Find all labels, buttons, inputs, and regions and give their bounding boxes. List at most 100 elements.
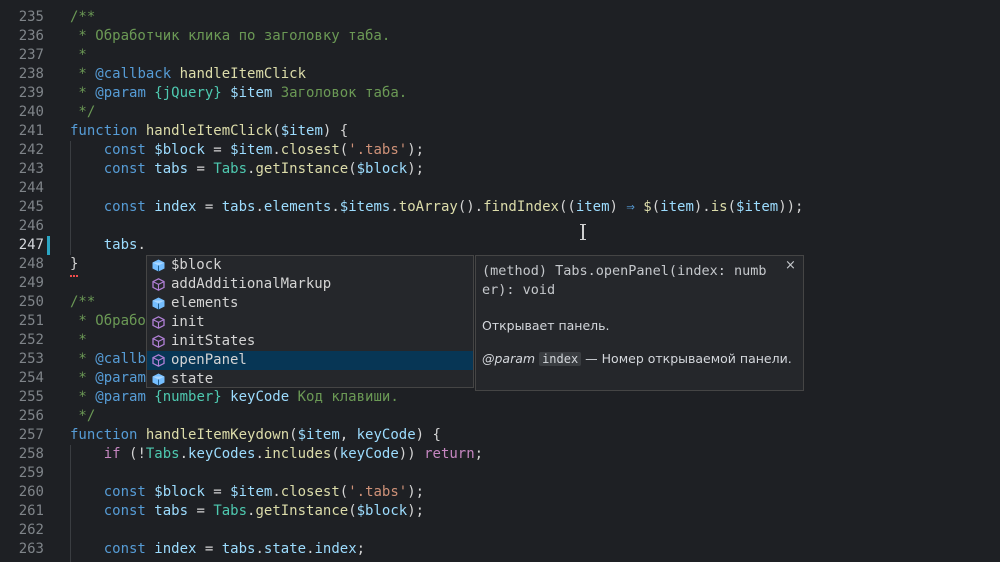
code-token: $block (356, 503, 408, 519)
code-token: ); (407, 503, 425, 519)
suggest-item-addadditionalmarkup[interactable]: addAdditionalMarkup (147, 275, 473, 294)
suggest-item-label: initStates (171, 333, 256, 349)
code-token: )); (778, 199, 804, 215)
code-token: @param (95, 389, 146, 405)
line-code: const $block = $item.closest('.tabs'); (70, 483, 424, 502)
suggest-item-init[interactable]: init (147, 313, 473, 332)
code-line[interactable]: 259 (0, 464, 1000, 483)
line-number: 258 (18, 446, 44, 462)
code-token: handleItemKeydown (145, 427, 290, 443)
suggest-item-openpanel[interactable]: openPanel (147, 351, 473, 370)
code-line[interactable]: 243 const tabs = Tabs.getInstance($block… (0, 160, 1000, 179)
line-number: 240 (18, 104, 44, 120)
line-code: * (70, 331, 86, 350)
line-number: 243 (18, 161, 44, 177)
code-line[interactable]: 240 */ (0, 103, 1000, 122)
code-token: elements (263, 199, 332, 215)
code-token: . (255, 199, 264, 215)
code-token: keyCodes (188, 446, 256, 462)
suggest-item-block[interactable]: $block (147, 256, 473, 275)
suggest-widget[interactable]: $block addAdditionalMarkup elements init ini… (146, 255, 474, 388)
error-squiggle (70, 272, 78, 277)
line-number: 242 (18, 142, 44, 158)
code-line[interactable]: 241 function handleItemClick($item) { (0, 122, 1000, 141)
code-token: @param (95, 85, 146, 101)
suggest-item-initstates[interactable]: initStates (147, 332, 473, 351)
code-token: $block (154, 484, 205, 500)
code-token: return (424, 446, 475, 462)
code-token: = (196, 199, 222, 215)
code-token: = (188, 161, 214, 177)
code-line[interactable]: 262 (0, 521, 1000, 540)
method-signature: (method) Tabs.openPanel(index: numb er):… (482, 263, 767, 298)
suggest-item-elements[interactable]: elements (147, 294, 473, 313)
code-token: function (70, 123, 138, 139)
code-line[interactable]: 236 * Обработчик клика по заголовку таба… (0, 27, 1000, 46)
code-token: * Обработчик клика по заголовку таба. (70, 28, 391, 44)
code-token: Tabs (213, 161, 248, 177)
code-line[interactable]: 244 (0, 179, 1000, 198)
code-token: keyCode (356, 427, 416, 443)
line-number: 237 (18, 47, 44, 63)
code-line[interactable]: 238 * @callback handleItemClick (0, 65, 1000, 84)
code-line[interactable]: 260 const $block = $item.closest('.tabs'… (0, 483, 1000, 502)
code-token: const (70, 541, 155, 557)
line-number: 256 (18, 408, 44, 424)
code-line[interactable]: 237 * (0, 46, 1000, 65)
line-number: 239 (18, 85, 44, 101)
code-token: $block (154, 142, 205, 158)
line-number: 244 (18, 180, 44, 196)
line-number: 236 (18, 28, 44, 44)
line-code: function handleItemKeydown($item, keyCod… (70, 426, 441, 445)
code-token: tabs (221, 199, 256, 215)
code-line[interactable]: 242 const $block = $item.closest('.tabs'… (0, 141, 1000, 160)
code-token: (! (129, 446, 146, 462)
code-token: */ (70, 408, 96, 424)
code-line[interactable]: 263 const index = tabs.state.index; (0, 540, 1000, 559)
suggest-item-label: $block (171, 257, 222, 273)
line-code: /** (70, 8, 95, 27)
code-token: . (255, 541, 264, 557)
code-token: const (70, 484, 155, 500)
code-token: $block (356, 161, 408, 177)
code-line[interactable]: 256 */ (0, 407, 1000, 426)
code-token: $item (230, 484, 273, 500)
code-token: . (306, 541, 315, 557)
line-number: 254 (18, 370, 44, 386)
code-line[interactable]: 246 (0, 217, 1000, 236)
code-line[interactable]: 258 if (!Tabs.keyCodes.includes(keyCode)… (0, 445, 1000, 464)
code-line[interactable]: 245 const index = tabs.elements.$items.t… (0, 198, 1000, 217)
code-line[interactable]: 239 * @param {jQuery} $item Заголовок та… (0, 84, 1000, 103)
line-number: 252 (18, 332, 44, 348)
code-token: . (331, 199, 340, 215)
code-token: keyCode (339, 446, 399, 462)
line-code: * @param (70, 369, 146, 388)
method-icon (152, 316, 165, 329)
code-token: $item (230, 142, 273, 158)
param-doc: @param index — Номер открываемой панели. (482, 348, 792, 370)
suggest-item-state[interactable]: state (147, 370, 473, 389)
code-token: ( (272, 123, 281, 139)
code-token: (). (457, 199, 484, 215)
code-token: @param (95, 370, 146, 386)
code-token: ( (339, 142, 349, 158)
code-token: item (660, 199, 694, 215)
code-token: . (255, 446, 264, 462)
line-number: 246 (18, 218, 44, 234)
code-line[interactable]: 257 function handleItemKeydown($item, key… (0, 426, 1000, 445)
code-line[interactable]: 247 tabs. (0, 236, 1000, 255)
code-token: includes (263, 446, 332, 462)
code-line[interactable]: 235 /** (0, 8, 1000, 27)
code-line[interactable]: 261 const tabs = Tabs.getInstance($block… (0, 502, 1000, 521)
code-token: ( (727, 199, 737, 215)
line-code: */ (70, 407, 95, 426)
line-code: * Обработчик клика по заголовку таба. (70, 27, 390, 46)
code-token: const (70, 199, 155, 215)
close-icon[interactable]: × (785, 258, 796, 273)
code-editor[interactable]: 235 /** 236 * Обработчик клика по заголовк… (0, 0, 1000, 562)
code-token: '.tabs' (348, 484, 408, 500)
code-token: handleItemClick (145, 123, 273, 139)
line-code: * @param {jQuery} $item Заголовок таба. (70, 84, 407, 103)
code-token: ); (407, 142, 425, 158)
